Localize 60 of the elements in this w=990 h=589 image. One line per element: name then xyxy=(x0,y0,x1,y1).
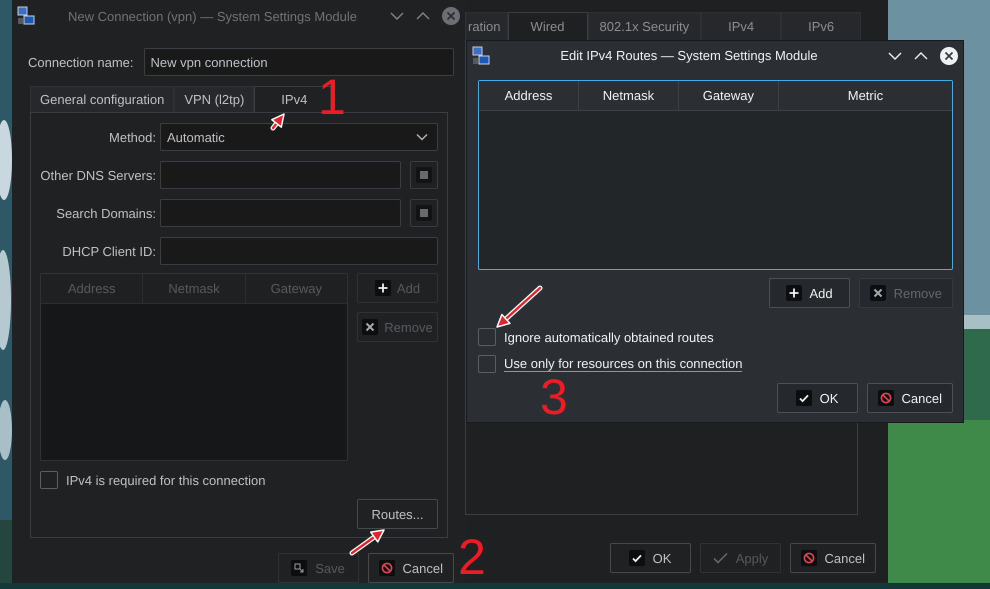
pointer-arrow xyxy=(270,113,285,130)
method-dropdown[interactable]: Automatic xyxy=(160,123,438,151)
tab[interactable]: VPN (l2tp) xyxy=(174,86,254,112)
tab[interactable]: General configuration xyxy=(30,86,174,112)
checkbox[interactable] xyxy=(40,471,58,489)
list-icon xyxy=(416,205,432,221)
field-label: Connection name: xyxy=(28,54,134,70)
save-icon xyxy=(291,560,308,576)
field-label: Search Domains: xyxy=(55,206,156,220)
ok-button[interactable]: OK xyxy=(776,383,858,413)
x-icon xyxy=(362,319,378,335)
checkbox[interactable] xyxy=(478,328,496,346)
input-field[interactable] xyxy=(160,237,438,265)
cancel-button[interactable]: Cancel xyxy=(368,553,454,583)
plus-icon xyxy=(786,285,802,301)
column-header[interactable]: Netmask xyxy=(578,81,679,110)
list-icon xyxy=(416,167,432,183)
column-header[interactable]: Metric xyxy=(778,81,952,110)
column-header[interactable]: Address xyxy=(479,81,579,110)
close-icon[interactable] xyxy=(940,46,958,64)
list-button[interactable] xyxy=(410,161,438,189)
pointer-arrow xyxy=(496,286,542,328)
checkbox-label: Use only for resources on this connection xyxy=(504,356,742,372)
tab[interactable]: 802.1x Security xyxy=(588,12,702,40)
column-header[interactable]: Gateway xyxy=(678,81,779,110)
connection-name-field[interactable]: New vpn connection xyxy=(144,48,454,76)
check-icon xyxy=(628,550,645,566)
network-computer-icon xyxy=(472,46,490,66)
cancel-icon xyxy=(878,390,894,406)
field-label: Other DNS Servers: xyxy=(40,168,156,182)
cancel-icon xyxy=(800,550,817,566)
window-title: Edit IPv4 Routes — System Settings Module xyxy=(559,48,819,63)
check-icon xyxy=(712,550,728,566)
pointer-arrow xyxy=(350,529,385,556)
cancel-icon xyxy=(378,560,395,576)
chevron-down-icon xyxy=(416,133,428,141)
cancel-button[interactable]: Cancel xyxy=(790,543,876,573)
input-field[interactable] xyxy=(160,199,401,227)
tab[interactable]: Wired xyxy=(508,12,588,40)
checkbox[interactable] xyxy=(478,355,496,373)
plus-icon xyxy=(374,280,391,296)
network-computer-icon xyxy=(17,6,35,26)
input-field[interactable] xyxy=(160,161,401,189)
add-button[interactable]: Add xyxy=(768,278,850,308)
cancel-button[interactable]: Cancel xyxy=(866,383,953,413)
ok-button[interactable]: OK xyxy=(610,543,691,573)
x-icon xyxy=(870,285,886,301)
check-icon xyxy=(796,390,812,406)
window-title: New Connection (vpn) — System Settings Module xyxy=(66,8,358,24)
step-number: 3 xyxy=(540,372,568,422)
checkbox-label: IPv4 is required for this connection xyxy=(66,472,266,488)
routes-button[interactable]: Routes... xyxy=(357,499,438,529)
tab[interactable]: IPv4 xyxy=(701,12,782,40)
tab[interactable]: IPv6 xyxy=(781,12,862,40)
field-label: Method: xyxy=(108,130,156,144)
field-label: DHCP Client ID: xyxy=(61,244,156,258)
list-button[interactable] xyxy=(410,199,438,227)
checkbox-label: Ignore automatically obtained routes xyxy=(504,330,714,344)
tab[interactable]: ration xyxy=(465,12,508,40)
step-number: 2 xyxy=(458,532,486,582)
